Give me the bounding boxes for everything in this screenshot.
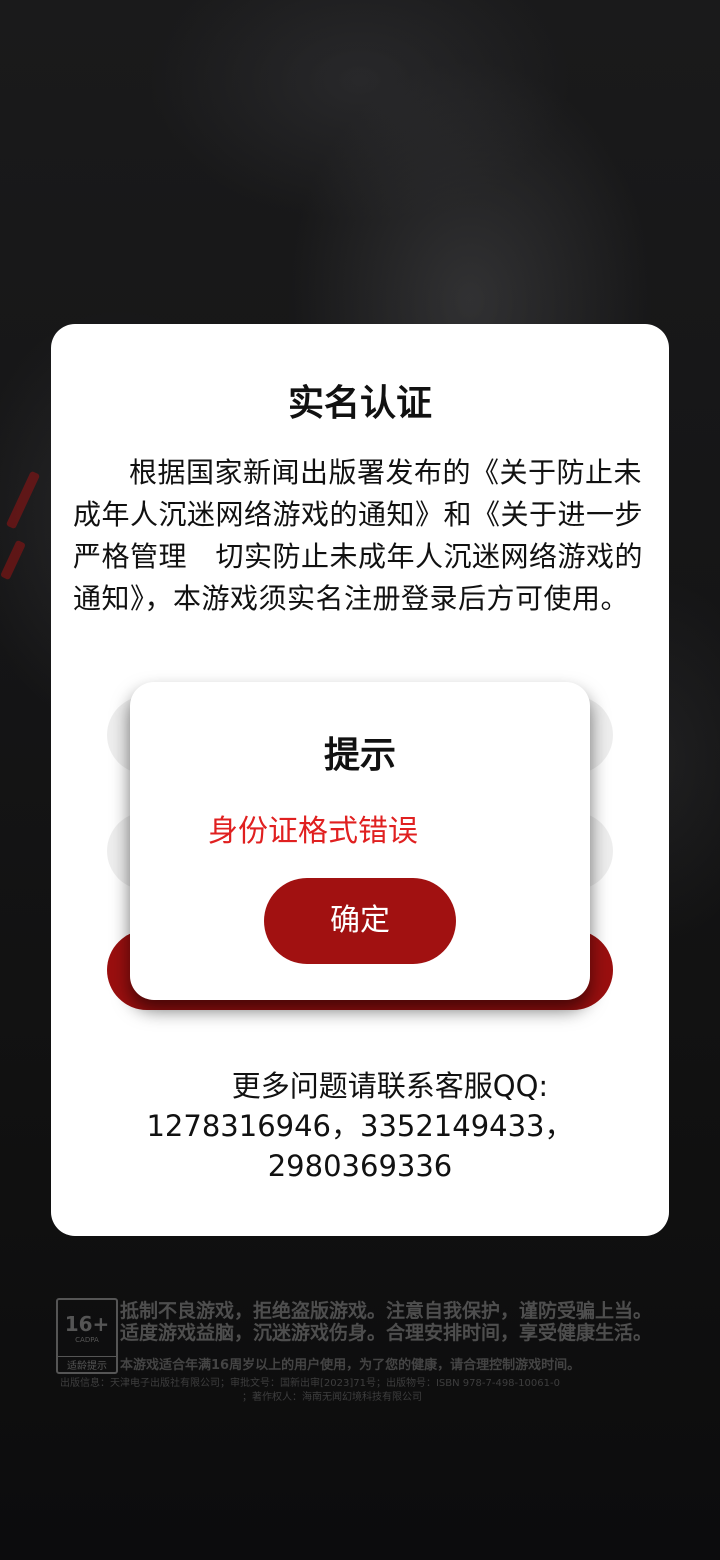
- contact-qq-numbers: 1278316946，3352149433，: [146, 1109, 574, 1143]
- background-streak: [0, 539, 26, 581]
- card-title: 实名认证: [287, 383, 432, 424]
- publish-info: 出版信息：天津电子出版社有限公司；审批文号：国新出审[2023]71号；出版物号…: [60, 1378, 560, 1389]
- background-streak: [5, 470, 41, 530]
- age-rating: 16+: [64, 1312, 110, 1336]
- age-rating-badge: 16+ CADPA 适龄提示: [56, 1298, 118, 1374]
- health-slogan: 抵制不良游戏，拒绝盗版游戏。注意自我保护，谨防受骗上当。 适度游戏益脑，沉迷游戏…: [120, 1300, 652, 1344]
- age-rating-org: CADPA: [75, 1336, 99, 1344]
- age-note: 本游戏适合年满16周岁以上的用户使用，为了您的健康，请合理控制游戏时间。: [120, 1358, 581, 1373]
- contact-info: 更多问题请联系客服QQ: 1278316946，3352149433， 2980…: [51, 1066, 669, 1186]
- copyright-info: ；著作权人：海南无闻幻境科技有限公司: [242, 1392, 422, 1403]
- dialog-error-message: 身份证格式错误: [208, 814, 418, 849]
- slogan-line: 抵制不良游戏，拒绝盗版游戏。注意自我保护，谨防受骗上当。: [120, 1300, 653, 1322]
- slogan-line: 适度游戏益脑，沉迷游戏伤身。合理安排时间，享受健康生活。: [120, 1322, 653, 1344]
- alert-dialog: 提示 身份证格式错误 确定: [130, 682, 590, 1000]
- confirm-button[interactable]: 确定: [264, 878, 456, 964]
- age-tip-label: 适龄提示: [58, 1356, 116, 1372]
- policy-notice-text: 根据国家新闻出版署发布的《关于防止未成年人沉迷网络游戏的通知》和《关于进一步严格…: [73, 456, 644, 615]
- dialog-title: 提示: [323, 735, 396, 776]
- contact-qq-numbers: 2980369336: [267, 1149, 453, 1183]
- contact-line: 更多问题请联系客服QQ:: [231, 1069, 549, 1103]
